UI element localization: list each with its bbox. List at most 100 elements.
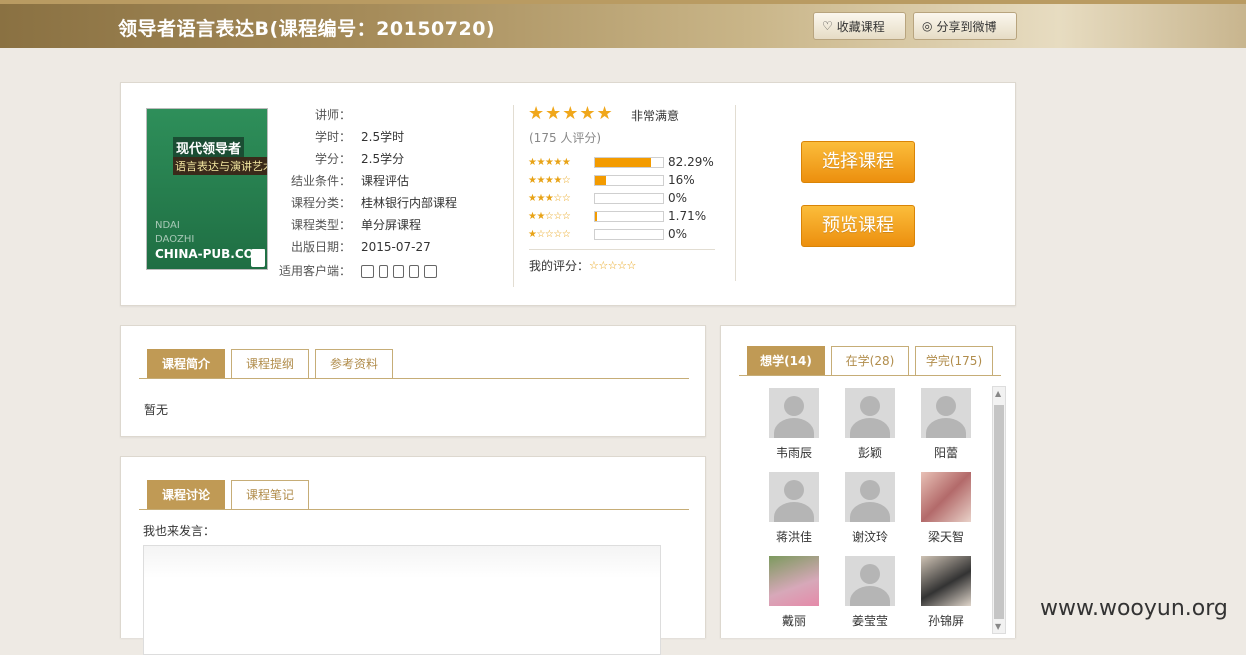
avatar-head <box>784 480 804 500</box>
rating-bar <box>594 156 664 168</box>
my-rating-stars[interactable]: ☆☆☆☆☆ <box>589 259 636 272</box>
avatar[interactable] <box>921 556 971 606</box>
preview-course-button[interactable]: 预览课程 <box>801 205 915 247</box>
rating-row: ★★☆☆☆ 1.71% <box>528 207 706 225</box>
rating-row-stars: ★★★★☆ <box>528 174 571 186</box>
rating-row: ★☆☆☆☆ 0% <box>528 225 687 243</box>
tab-learning[interactable]: 在学(28) <box>831 346 909 376</box>
info-clients: 适用客户端： <box>271 260 442 282</box>
favorite-button[interactable]: ♡ 收藏课程 <box>813 12 906 40</box>
learner-item[interactable]: 阳蕾 <box>911 388 981 461</box>
learner-name[interactable]: 韦雨辰 <box>759 444 829 461</box>
avatar[interactable] <box>845 472 895 522</box>
info-lecturer: 讲师： <box>314 108 351 122</box>
learner-name[interactable]: 梁天智 <box>911 528 981 545</box>
learner-name[interactable]: 谢汶玲 <box>835 528 905 545</box>
learner-name[interactable]: 彭颖 <box>835 444 905 461</box>
tablet-icon <box>424 265 437 278</box>
rating-bar-fill <box>595 157 651 167</box>
divider <box>513 105 514 287</box>
my-rating: 我的评分： ☆☆☆☆☆ <box>529 259 636 273</box>
learner-item[interactable]: 蒋洪佳 <box>759 472 829 545</box>
avatar-body <box>850 418 890 438</box>
learner-name[interactable]: 阳蕾 <box>911 444 981 461</box>
avatar[interactable] <box>921 388 971 438</box>
tab-completed[interactable]: 学完(175) <box>915 346 993 376</box>
rating-percent: 0% <box>668 191 688 205</box>
tab-intro[interactable]: 课程简介 <box>147 349 225 379</box>
divider <box>735 105 736 281</box>
mobile-badge-icon <box>251 249 265 267</box>
avatar[interactable] <box>769 556 819 606</box>
overall-stars: ★★★★★ <box>528 103 614 124</box>
learner-name[interactable]: 戴丽 <box>759 612 829 629</box>
android-icon <box>409 265 419 278</box>
apple-icon <box>393 265 404 278</box>
tab-discussion[interactable]: 课程讨论 <box>147 480 225 510</box>
course-cover: 现代领导者 语言表达与演讲艺术 NDAI DAOZHI CHINA-PUB.COM <box>146 108 268 270</box>
tab-notes[interactable]: 课程笔记 <box>231 480 309 510</box>
learner-name[interactable]: 姜莹莹 <box>835 612 905 629</box>
scroll-thumb[interactable] <box>994 405 1004 619</box>
scroll-down-icon[interactable]: ▼ <box>995 622 1001 631</box>
rating-row: ★★★☆☆ 0% <box>528 189 687 207</box>
rating-row-stars: ★★★☆☆ <box>528 192 571 204</box>
avatar-body <box>850 586 890 606</box>
info-publish-date: 出版日期： 2015-07-27 <box>290 240 431 254</box>
rating-row: ★★★★☆ 16% <box>528 171 695 189</box>
share-weibo-button[interactable]: ◎ 分享到微博 <box>913 12 1017 40</box>
select-course-button[interactable]: 选择课程 <box>801 141 915 183</box>
scroll-up-icon[interactable]: ▲ <box>995 389 1001 398</box>
rating-bar <box>594 228 664 240</box>
avatar-body <box>850 502 890 522</box>
info-completion: 结业条件： 课程评估 <box>290 174 410 188</box>
course-info-panel: 现代领导者 语言表达与演讲艺术 NDAI DAOZHI CHINA-PUB.COM… <box>120 82 1016 306</box>
tab-outline[interactable]: 课程提纲 <box>231 349 309 379</box>
page-header: 领导者语言表达B(课程编号：20150720) ♡ 收藏课程 ◎ 分享到微博 <box>0 0 1246 48</box>
avatar[interactable] <box>845 556 895 606</box>
avatar[interactable] <box>921 472 971 522</box>
rating-count: (175 人评分) <box>529 131 602 145</box>
weibo-icon: ◎ <box>922 19 933 33</box>
info-credits: 学分： 2.5学分 <box>314 152 405 166</box>
discussion-panel: 课程讨论 课程笔记 我也来发言： <box>120 456 706 655</box>
desktop-icon <box>361 265 374 278</box>
learner-name[interactable]: 蒋洪佳 <box>759 528 829 545</box>
avatar[interactable] <box>845 388 895 438</box>
learner-scrollbar[interactable]: ▲ ▼ <box>992 386 1006 634</box>
intro-content: 暂无 <box>144 403 169 417</box>
learner-item[interactable]: 姜莹莹 <box>835 556 905 629</box>
learner-item[interactable]: 彭颖 <box>835 388 905 461</box>
learner-item[interactable]: 梁天智 <box>911 472 981 545</box>
rating-bar-fill <box>595 211 597 221</box>
rating-bar-fill <box>595 175 606 185</box>
rating-percent: 1.71% <box>668 209 707 223</box>
watermark: www.wooyun.org <box>1040 596 1228 621</box>
tab-want-to-learn[interactable]: 想学(14) <box>747 346 825 376</box>
phone-icon <box>379 265 388 278</box>
avatar-body <box>926 418 966 438</box>
rating-percent: 0% <box>668 227 688 241</box>
intro-panel: 课程简介 课程提纲 参考资料 暂无 <box>120 325 706 437</box>
course-title: 领导者语言表达B(课程编号：20150720) <box>118 18 496 40</box>
tab-references[interactable]: 参考资料 <box>315 349 393 379</box>
info-hours: 学时： 2.5学时 <box>314 130 405 144</box>
learner-name[interactable]: 孙锦屏 <box>911 612 981 629</box>
rating-bar <box>594 192 664 204</box>
avatar[interactable] <box>769 472 819 522</box>
learners-panel: 想学(14) 在学(28) 学完(175) 韦雨辰 彭颖 阳蕾蒋洪佳 谢汶玲 梁天智戴丽… <box>720 325 1016 638</box>
avatar-head <box>860 396 880 416</box>
discussion-prompt: 我也来发言： <box>143 524 216 538</box>
rating-row-stars: ★★★★★ <box>528 156 571 168</box>
learner-item[interactable]: 戴丽 <box>759 556 829 629</box>
rating-percent: 16% <box>668 173 695 187</box>
discussion-input[interactable] <box>143 545 661 655</box>
rating-percent: 82.29% <box>668 155 714 169</box>
learner-item[interactable]: 谢汶玲 <box>835 472 905 545</box>
info-category: 课程分类： 桂林银行内部课程 <box>290 196 458 210</box>
learner-item[interactable]: 孙锦屏 <box>911 556 981 629</box>
info-type: 课程类型： 单分屏课程 <box>290 218 422 232</box>
learner-item[interactable]: 韦雨辰 <box>759 388 829 461</box>
rating-label: 非常满意 <box>631 109 680 123</box>
avatar[interactable] <box>769 388 819 438</box>
